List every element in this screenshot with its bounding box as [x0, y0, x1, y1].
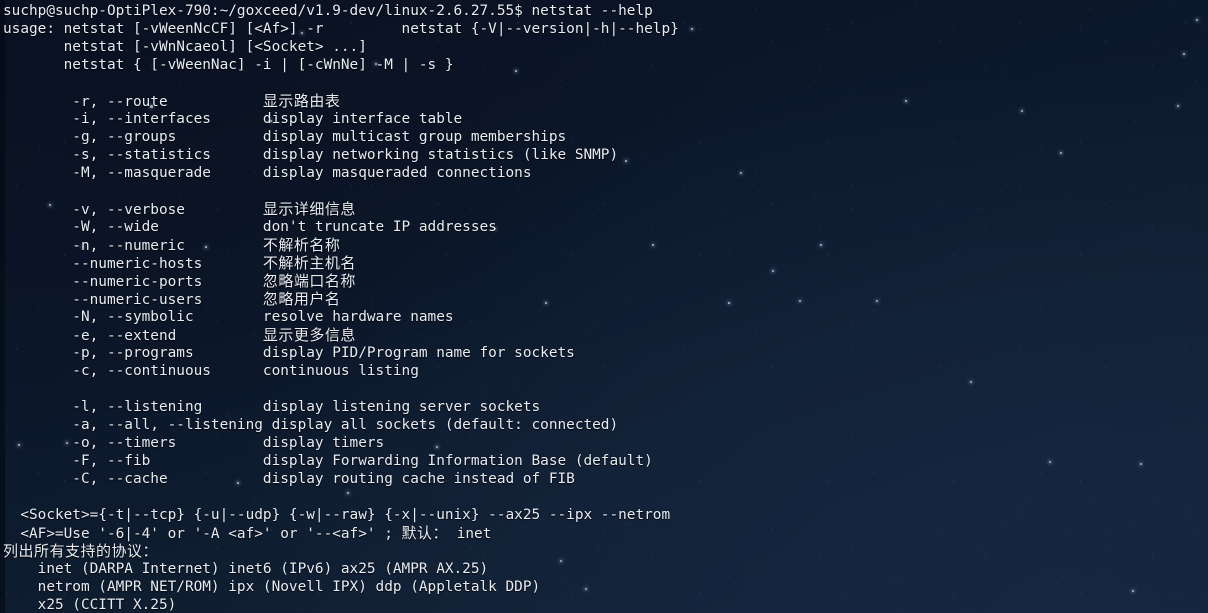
- protocol-line-0: inet (DARPA Internet) inet6 (IPv6) ax25 …: [3, 561, 489, 577]
- option-row-1-8: -p, --programs display PID/Program name …: [3, 345, 575, 361]
- usage-line-2: netstat { [-vWeenNac] -i | [-cWnNe] -M |…: [3, 57, 454, 73]
- option-row-2-1: -a, --all, --listening display all socke…: [3, 417, 619, 433]
- terminal-surface[interactable]: suchp@suchp-OptiPlex-790:~/goxceed/v1.9-…: [0, 0, 1208, 613]
- usage-line-1: netstat [-vWnNcaeol] [<Socket> ...]: [3, 39, 367, 55]
- spacer-0: [3, 74, 1208, 92]
- spacer-group-1: [3, 380, 1208, 398]
- option-row-2-2: -o, --timers display timers: [3, 435, 385, 451]
- option-row-1-5: --numeric-users 忽略用户名: [3, 290, 341, 308]
- option-row-2-4: -C, --cache display routing cache instea…: [3, 471, 575, 487]
- option-row-0-3: -s, --statistics display networking stat…: [3, 147, 619, 163]
- option-row-1-9: -c, --continuous continuous listing: [3, 363, 419, 379]
- terminal-output: suchp@suchp-OptiPlex-790:~/goxceed/v1.9-…: [3, 2, 1208, 613]
- protocol-list-header: 列出所有支持的协议：: [3, 542, 159, 560]
- option-row-1-3: --numeric-hosts 不解析主机名: [3, 254, 356, 272]
- option-row-2-0: -l, --listening display listening server…: [3, 399, 541, 415]
- option-row-0-0: -r, --route 显示路由表: [3, 92, 341, 110]
- option-row-0-4: -M, --masquerade display masqueraded con…: [3, 165, 532, 181]
- option-row-1-1: -W, --wide don't truncate IP addresses: [3, 219, 497, 235]
- option-row-0-1: -i, --interfaces display interface table: [3, 111, 463, 127]
- option-row-1-4: --numeric-ports 忽略端口名称: [3, 272, 356, 290]
- option-row-1-2: -n, --numeric 不解析名称: [3, 236, 341, 254]
- option-row-1-0: -v, --verbose 显示详细信息: [3, 200, 356, 218]
- option-row-1-6: -N, --symbolic resolve hardware names: [3, 309, 454, 325]
- option-row-2-3: -F, --fib display Forwarding Information…: [3, 453, 653, 469]
- usage-line-0: usage: netstat [-vWeenNcCF] [<Af>] -r ne…: [3, 21, 679, 37]
- protocol-line-1: netrom (AMPR NET/ROM) ipx (Novell IPX) d…: [3, 579, 541, 595]
- socket-line: <Socket>={-t|--tcp} {-u|--udp} {-w|--raw…: [3, 507, 671, 523]
- option-row-1-7: -e, --extend 显示更多信息: [3, 326, 356, 344]
- af-line: <AF>=Use '-6|-4' or '-A <af>' or '--<af>…: [3, 524, 492, 542]
- protocol-line-2: x25 (CCITT X.25): [3, 597, 177, 613]
- option-row-0-2: -g, --groups display multicast group mem…: [3, 129, 567, 145]
- spacer-group-2: [3, 488, 1208, 506]
- spacer-group-0: [3, 182, 1208, 200]
- terminal-window: suchp@suchp-OptiPlex-790:~/goxceed/v1.9-…: [0, 0, 1208, 613]
- prompt-line: suchp@suchp-OptiPlex-790:~/goxceed/v1.9-…: [3, 3, 653, 19]
